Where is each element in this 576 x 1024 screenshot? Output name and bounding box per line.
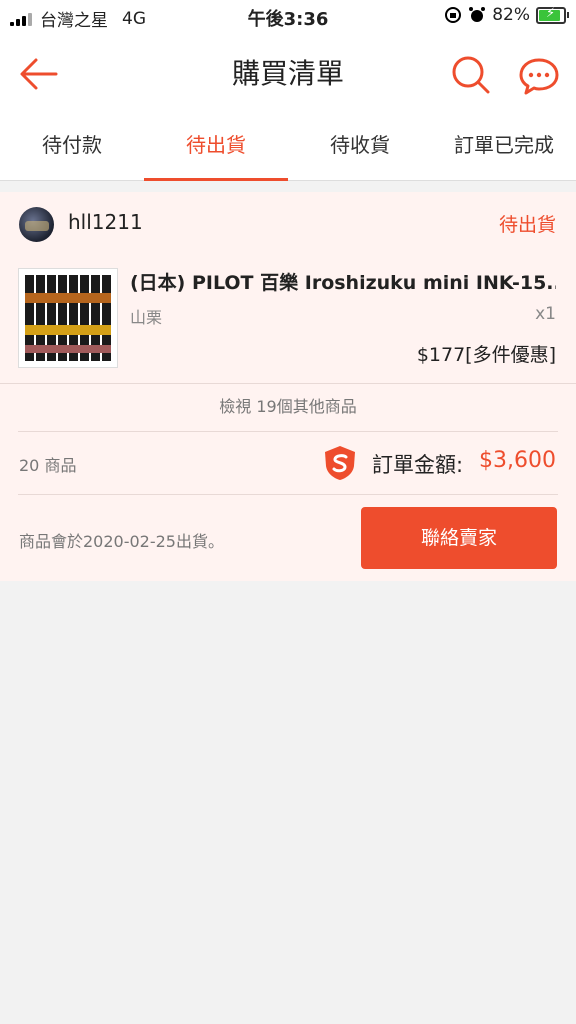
product-variation: 山栗: [130, 308, 163, 327]
shield-logo-icon: [325, 446, 355, 480]
tab-to-ship[interactable]: 待出貨: [144, 114, 288, 181]
tab-to-receive[interactable]: 待收貨: [288, 114, 432, 180]
order-tabs: 待付款 待出貨 待收貨 訂單已完成: [0, 114, 576, 181]
status-bar: 台灣之星 4G 午後3:36 82% ⚡: [0, 0, 576, 32]
shop-name[interactable]: hll1211: [68, 210, 143, 234]
shop-row[interactable]: hll1211 待出貨: [0, 192, 576, 254]
promo-tag: [多件優惠]: [465, 344, 556, 366]
search-icon[interactable]: [450, 54, 490, 94]
product-item[interactable]: (日本) PILOT 百樂 Iroshizuku mini INK-15... …: [0, 260, 576, 380]
product-price-row: $177[多件優惠]: [417, 340, 556, 367]
chat-icon[interactable]: [518, 56, 560, 96]
app-header: 購買清單: [0, 32, 576, 114]
order-card[interactable]: hll1211 待出貨 (日本) PILOT 百樂 Iroshizuku min…: [0, 192, 576, 581]
product-price: $177: [416, 344, 466, 366]
battery-percent: 82%: [492, 5, 530, 25]
tab-to-pay[interactable]: 待付款: [0, 114, 144, 180]
ship-date-note: 商品會於2020-02-25出貨。: [19, 532, 224, 551]
total-amount: $3,600: [479, 448, 556, 473]
status-right: 82% ⚡: [444, 5, 569, 25]
shop-avatar[interactable]: [19, 207, 54, 242]
order-status-label: 待出貨: [498, 214, 556, 236]
contact-seller-button[interactable]: 聯絡賣家: [361, 507, 557, 569]
product-title: (日本) PILOT 百樂 Iroshizuku mini INK-15...: [130, 272, 556, 294]
view-more-items[interactable]: 檢視 19個其他商品: [0, 383, 576, 432]
product-quantity: x1: [535, 304, 556, 324]
product-thumbnail: [18, 268, 118, 368]
lock-rotation-icon: [445, 7, 462, 23]
divider: [18, 494, 558, 495]
alarm-icon: [469, 7, 486, 22]
battery-icon: ⚡: [536, 6, 569, 24]
order-total-row: 20 商品 訂單金額: $3,600: [0, 432, 576, 494]
tab-completed[interactable]: 訂單已完成: [432, 114, 576, 180]
item-count: 20 商品: [19, 456, 77, 475]
total-label: 訂單金額:: [372, 453, 464, 477]
